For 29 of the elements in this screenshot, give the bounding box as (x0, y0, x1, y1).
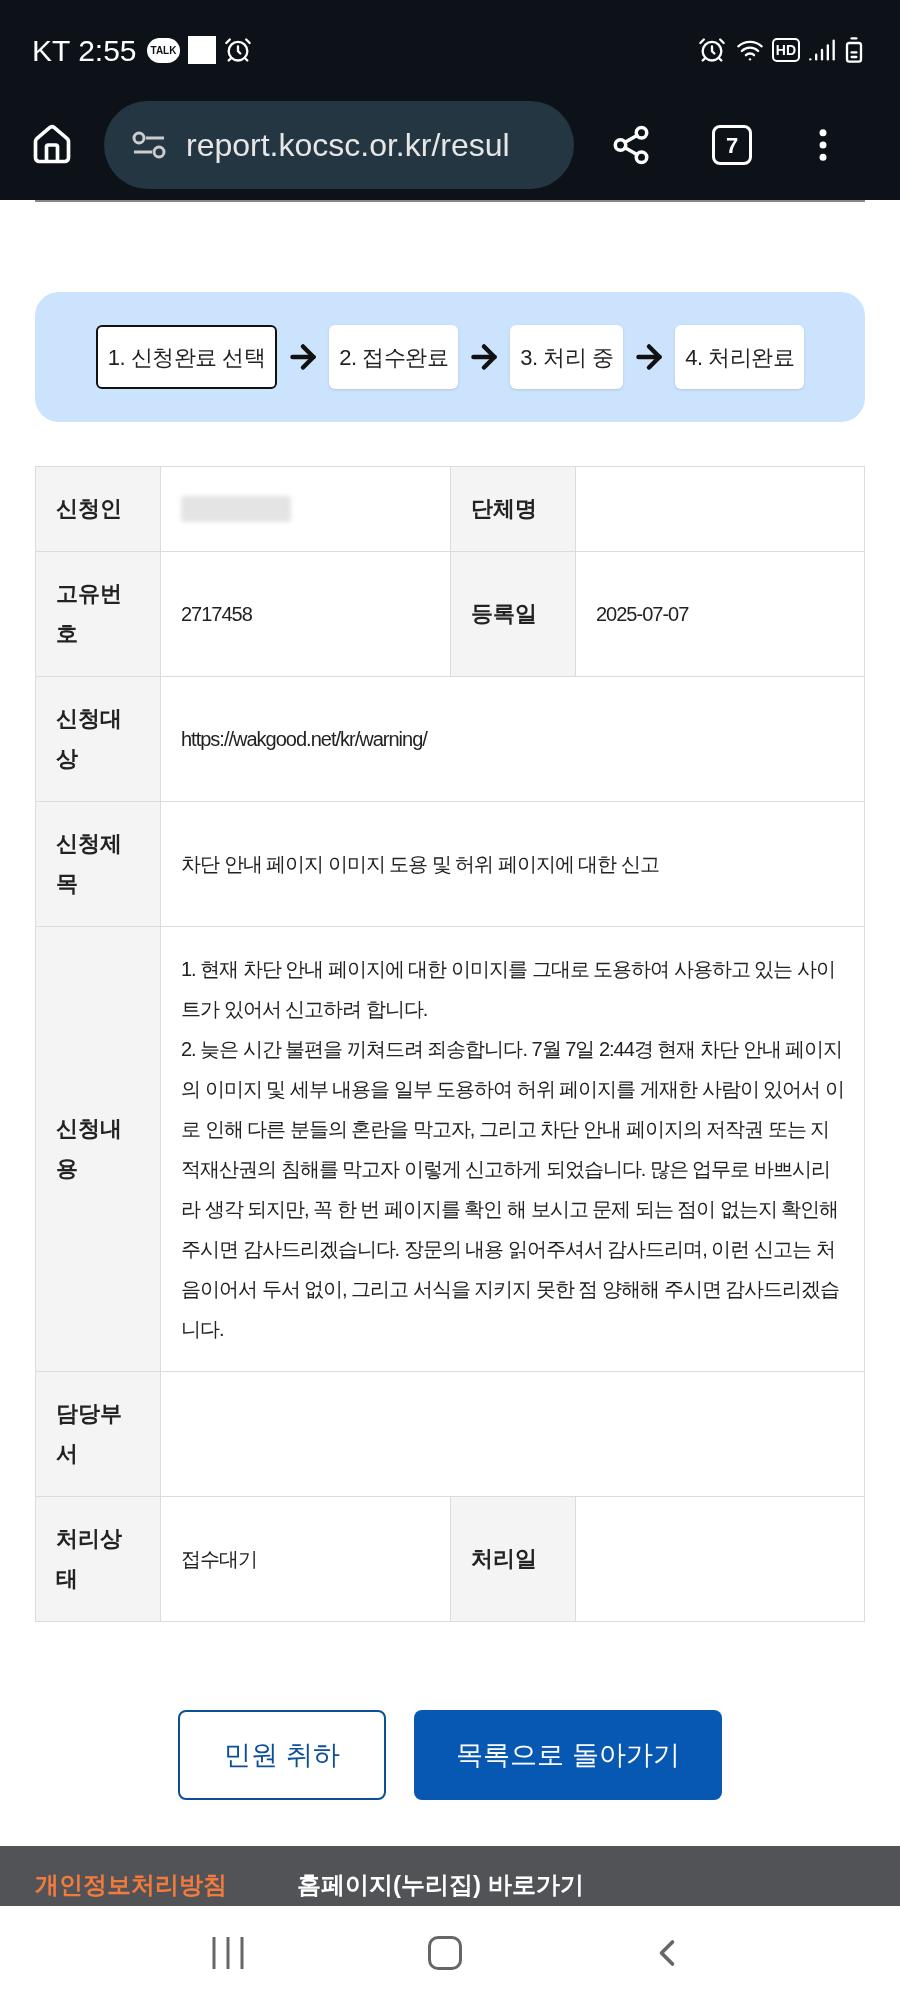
address-bar[interactable]: report.kocsc.or.kr/resul (104, 101, 574, 189)
footer-link[interactable]: 홈페이지(누리집) 바로가기 (297, 1868, 584, 1906)
chat-icon: TALK (146, 37, 181, 63)
cell-value: 차단 안내 페이지 이미지 도용 및 허위 페이지에 대한 신고 (181, 852, 659, 877)
status-time: KT 2:55 (32, 32, 137, 69)
row-header: 처리상태 (36, 1497, 161, 1621)
row-header: 단체명 (451, 467, 576, 551)
tab-count[interactable]: 7 (712, 125, 752, 165)
cell-value: 접수대기 (181, 1547, 257, 1572)
action-button[interactable]: 목록으로 돌아가기 (414, 1710, 722, 1800)
cell-value: https://wakgood.net/kr/warning/ (181, 727, 427, 752)
step-box: 4. 처리완료 (675, 325, 805, 389)
row-header: 등록일 (451, 552, 576, 676)
cell-value: 2717458 (181, 602, 252, 627)
row-header: 신청대상 (36, 677, 161, 801)
cell-value: 1. 현재 차단 안내 페이지에 대한 이미지를 그대로 도용하여 사용하고 있는 사이트가 있어서 신고하려 합니다. 2. 늦은 시간 불편을 끼쳐드려 죄송합니다. 7월 7일 2:44경 현재 차단 안내 페이지의 이미지 및 세부 내용을 일부 도용하여 허위 페이지를 게재한 사람이 있어서 이로 인해 다른 분들의 혼란을 막고자, 그리고 차단 안내 페이지의 저작권 또는 지적재산권의 침해를 막고자 이렇게 신고하게 되었습니다. 많은 업무로 바쁘시리라 생각 되지만, 꼭 한 번 페이지를 확인 해 보시고 문제 되는 점이 없는지 확인해주시면 감사드리겠습니다. 장문의 내용 읽어주셔서 감사드리며, 이런 신고는 처음이어서 두서 없이, 그리고 서식을 지키지 못한 점 양해해 주시면 감사드리겠습니다. (181, 957, 844, 1342)
row-header: 고유번호 (36, 552, 161, 676)
hd-badge: HD (771, 38, 800, 62)
step-box: 3. 처리 중 (510, 325, 624, 389)
cell-value: 2025-07-07 (596, 602, 689, 627)
row-header: 신청내용 (36, 927, 161, 1371)
step-box: 1. 신청완료 선택 (95, 325, 278, 389)
row-header: 처리일 (451, 1497, 576, 1621)
url-text: report.kocsc.or.kr/resul (186, 126, 510, 165)
row-header: 신청제목 (36, 802, 161, 926)
row-header: 신청인 (36, 467, 161, 551)
action-button[interactable]: 민원 취하 (178, 1710, 386, 1800)
step-box: 2. 접수완료 (329, 325, 459, 389)
row-header: 담당부서 (36, 1372, 161, 1496)
